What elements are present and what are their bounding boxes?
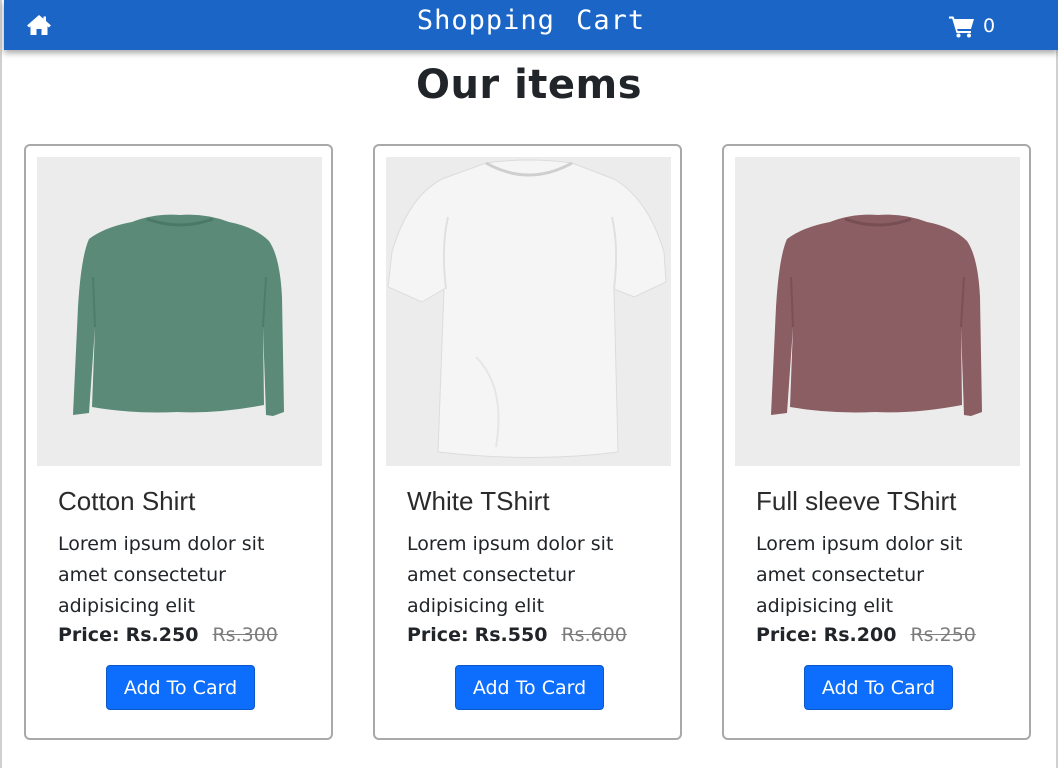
old-price: Rs.600: [561, 624, 627, 646]
price-row: Price: Rs.250 Rs.300: [58, 624, 278, 646]
page: Shopping Cart 0 Our items Cotton Shirt L…: [0, 0, 1058, 768]
product-card: Cotton Shirt Lorem ipsum dolor sit amet …: [24, 144, 333, 740]
product-card: Full sleeve TShirt Lorem ipsum dolor sit…: [722, 144, 1031, 740]
current-price: Rs.250: [125, 624, 199, 646]
price-label: Price:: [58, 624, 120, 646]
product-title: Cotton Shirt: [58, 486, 196, 516]
shopping-cart-icon: [949, 16, 974, 38]
old-price: Rs.300: [212, 624, 278, 646]
product-description: Lorem ipsum dolor sit amet consectetur a…: [58, 533, 265, 617]
product-title: White TShirt: [407, 486, 550, 516]
price-label: Price:: [407, 624, 469, 646]
price-row: Price: Rs.550 Rs.600: [407, 624, 627, 646]
price-row: Price: Rs.200 Rs.250: [756, 624, 976, 646]
product-card: White TShirt Lorem ipsum dolor sit amet …: [373, 144, 682, 740]
page-heading: Our items: [415, 62, 643, 108]
product-image: [735, 157, 1020, 466]
current-price: Rs.200: [823, 624, 897, 646]
product-title: Full sleeve TShirt: [756, 486, 957, 516]
price-label: Price:: [756, 624, 818, 646]
product-description: Lorem ipsum dolor sit amet consectetur a…: [407, 533, 614, 617]
product-image: [37, 157, 322, 466]
product-description: Lorem ipsum dolor sit amet consectetur a…: [756, 533, 963, 617]
add-to-cart-button[interactable]: Add To Card: [804, 665, 953, 710]
navbar: Shopping Cart 0: [4, 0, 1058, 50]
app-title: Shopping Cart: [416, 5, 646, 36]
old-price: Rs.250: [910, 624, 976, 646]
cart-count: 0: [983, 15, 996, 37]
add-to-cart-button[interactable]: Add To Card: [106, 665, 255, 710]
product-image: [386, 157, 671, 466]
current-price: Rs.550: [474, 624, 548, 646]
cart-button[interactable]: 0: [949, 13, 995, 39]
add-to-cart-button[interactable]: Add To Card: [455, 665, 604, 710]
